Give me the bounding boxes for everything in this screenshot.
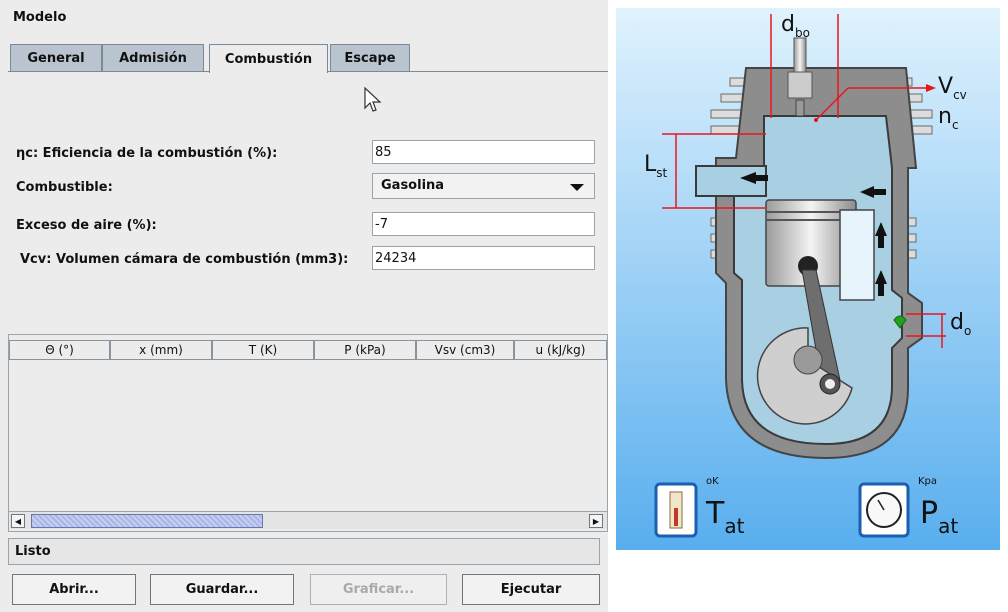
- volume-input[interactable]: [372, 246, 595, 270]
- horizontal-scrollbar[interactable]: ◀ ▶: [9, 511, 607, 529]
- status-bar: Listo: [8, 538, 600, 565]
- label-d-bo: dbo: [781, 12, 810, 40]
- engine-diagram: dbo Vcv nc Lst do Tat oK Pat Kpa: [616, 8, 1000, 550]
- efficiency-label: ηc: Eficiencia de la combustión (%):: [16, 146, 278, 161]
- open-button[interactable]: Abrir...: [12, 574, 136, 605]
- fuel-label: Combustible:: [16, 180, 113, 195]
- column-t[interactable]: T (K): [212, 340, 314, 360]
- dropdown-arrow-icon: [570, 184, 584, 191]
- column-u[interactable]: u (kJ/kg): [514, 340, 607, 360]
- label-t-at-unit: oK: [706, 476, 719, 487]
- table-header: Θ (°) x (mm) T (K) P (kPa) Vsv (cm3) u (…: [9, 340, 607, 360]
- panel-title: Modelo: [13, 10, 67, 25]
- run-button[interactable]: Ejecutar: [462, 574, 600, 605]
- tab-admision[interactable]: Admisión: [102, 44, 204, 72]
- column-theta[interactable]: Θ (°): [9, 340, 110, 360]
- scroll-right-icon[interactable]: ▶: [589, 514, 603, 528]
- fuel-selected-value: Gasolina: [381, 178, 445, 193]
- pressure-gauge-icon: [858, 482, 910, 538]
- label-p-at-unit: Kpa: [918, 476, 938, 487]
- thermometer-icon: [654, 482, 698, 538]
- tab-escape[interactable]: Escape: [330, 44, 410, 72]
- label-t-at: Tat: [706, 496, 745, 538]
- tab-bar: General Admisión Combustión Escape: [8, 44, 608, 73]
- scroll-left-icon[interactable]: ◀: [11, 514, 25, 528]
- plot-button[interactable]: Graficar...: [310, 574, 447, 605]
- table-body: [9, 360, 607, 510]
- excess-air-input[interactable]: [372, 212, 595, 236]
- column-p[interactable]: P (kPa): [314, 340, 416, 360]
- scrollbar-thumb[interactable]: [31, 514, 263, 528]
- tab-general[interactable]: General: [10, 44, 102, 72]
- combustion-form: ηc: Eficiencia de la combustión (%): Com…: [8, 72, 608, 334]
- volume-point: [814, 118, 818, 122]
- results-table: Θ (°) x (mm) T (K) P (kPa) Vsv (cm3) u (…: [8, 334, 608, 532]
- model-panel: Modelo General Admisión Combustión Escap…: [0, 0, 608, 612]
- transfer-passage: [839, 209, 875, 301]
- label-d-o: do: [950, 310, 972, 338]
- save-button[interactable]: Guardar...: [150, 574, 294, 605]
- label-v-cv: Vcv: [938, 74, 967, 102]
- label-n-c: nc: [938, 104, 959, 132]
- efficiency-input[interactable]: [372, 140, 595, 164]
- volume-label: Vcv: Volumen cámara de combustión (mm3):: [20, 252, 349, 267]
- column-x[interactable]: x (mm): [110, 340, 212, 360]
- mouse-cursor-icon: [364, 86, 382, 112]
- column-vsv[interactable]: Vsv (cm3): [416, 340, 514, 360]
- label-p-at: Pat: [920, 496, 959, 538]
- fuel-select[interactable]: Gasolina: [372, 173, 595, 199]
- tab-combustion[interactable]: Combustión: [209, 44, 328, 73]
- label-l-st: Lst: [644, 152, 668, 180]
- excess-air-label: Exceso de aire (%):: [16, 218, 157, 233]
